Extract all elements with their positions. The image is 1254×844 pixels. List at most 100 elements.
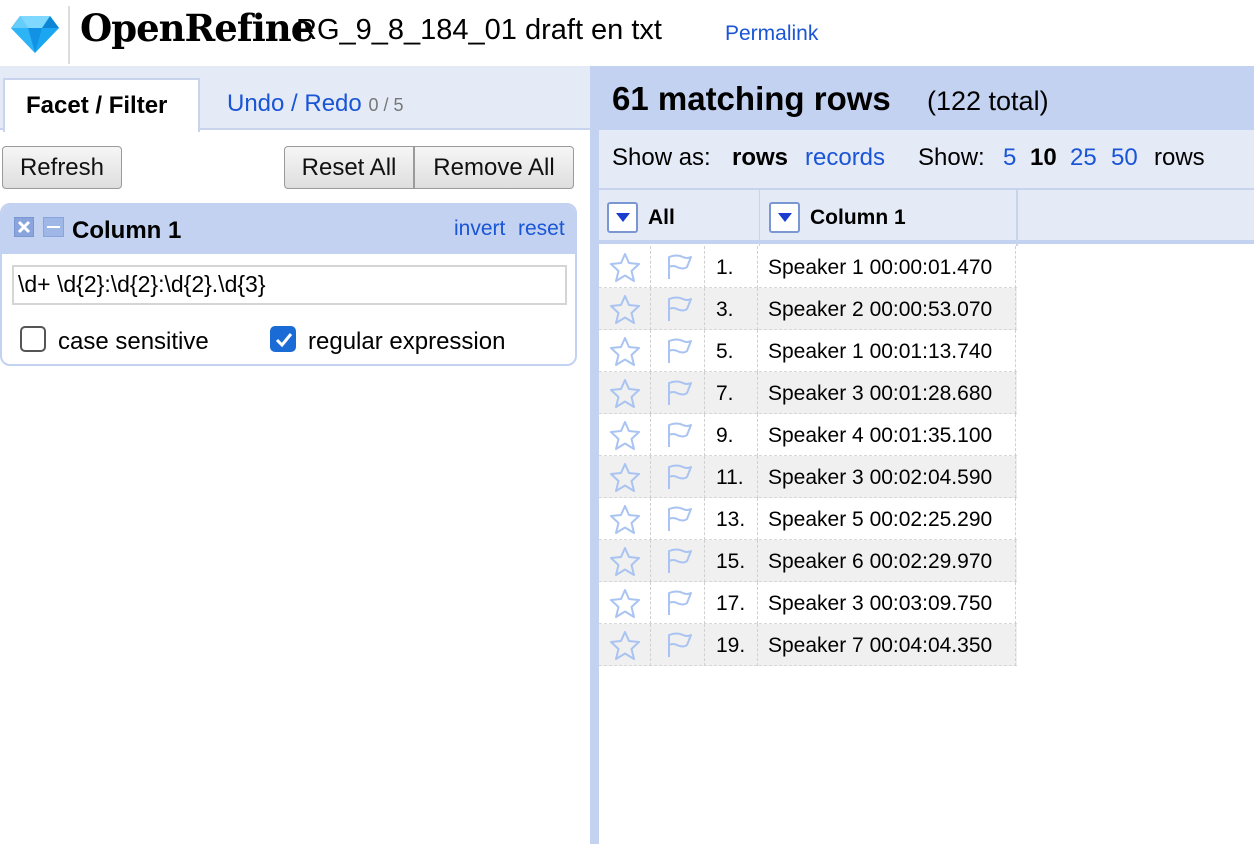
flag-icon[interactable] <box>651 246 705 288</box>
page-size-5[interactable]: 5 <box>1003 144 1016 172</box>
row-index: 3. <box>705 288 758 330</box>
undo-count: 0 / 5 <box>368 95 404 115</box>
star-icon[interactable] <box>599 582 651 624</box>
row-index: 1. <box>705 246 758 288</box>
page-size-25[interactable]: 25 <box>1070 144 1097 172</box>
app-header: OpenRefine RG_9_8_184_01 draft en txt Pe… <box>0 0 1254 66</box>
tab-undo-redo-label: Undo / Redo <box>227 90 362 117</box>
row-index: 19. <box>705 624 758 666</box>
diamond-icon[interactable] <box>10 14 60 54</box>
table-row: 11. Speaker 3 00:02:04.590 <box>599 456 1017 498</box>
show-label: Show: <box>918 144 985 171</box>
permalink-link[interactable]: Permalink <box>725 22 818 46</box>
flag-icon[interactable] <box>651 498 705 540</box>
star-icon[interactable] <box>599 456 651 498</box>
header-divider <box>759 190 760 246</box>
tab-facet-filter[interactable]: Facet / Filter <box>3 78 200 132</box>
cell-value[interactable]: Speaker 6 00:02:29.970 <box>758 540 1016 582</box>
cell-value[interactable]: Speaker 3 00:03:09.750 <box>758 582 1016 624</box>
table-row: 19. Speaker 7 00:04:04.350 <box>599 624 1017 666</box>
project-title[interactable]: RG_9_8_184_01 draft en txt <box>296 14 662 47</box>
summary-bar: 61 matching rows (122 total) <box>599 66 1254 130</box>
table-row: 3. Speaker 2 00:00:53.070 <box>599 288 1017 330</box>
star-icon[interactable] <box>599 624 651 666</box>
star-icon[interactable] <box>599 540 651 582</box>
all-column-dropdown-icon[interactable] <box>607 202 638 233</box>
reset-all-button[interactable]: Reset All <box>284 146 414 189</box>
row-index: 15. <box>705 540 758 582</box>
regular-expression-checkbox[interactable] <box>270 326 296 352</box>
star-icon[interactable] <box>599 372 651 414</box>
regular-expression-label: regular expression <box>308 328 506 355</box>
show-as-rows[interactable]: rows <box>732 144 788 172</box>
header-separator <box>68 6 70 64</box>
cell-value[interactable]: Speaker 1 00:01:13.740 <box>758 330 1016 372</box>
flag-icon[interactable] <box>651 414 705 456</box>
star-icon[interactable] <box>599 414 651 456</box>
data-rows: 1. Speaker 1 00:00:01.470 3. Speaker 2 00:0… <box>599 246 1017 666</box>
show-as-records[interactable]: records <box>805 144 885 172</box>
facet-header: Column 1 invert reset <box>2 205 575 254</box>
star-icon[interactable] <box>599 498 651 540</box>
text-filter-facet: Column 1 invert reset \d+ \d{2}:\d{2}:\d… <box>0 203 577 366</box>
row-index: 11. <box>705 456 758 498</box>
table-row: 7. Speaker 3 00:01:28.680 <box>599 372 1017 414</box>
refresh-button[interactable]: Refresh <box>2 146 122 189</box>
table-row: 13. Speaker 5 00:02:25.290 <box>599 498 1017 540</box>
data-view-panel: 61 matching rows (122 total) Show as: ro… <box>599 66 1254 844</box>
facet-invert-link[interactable]: invert <box>454 217 505 241</box>
row-index: 17. <box>705 582 758 624</box>
cell-value[interactable]: Speaker 4 00:01:35.100 <box>758 414 1016 456</box>
table-row: 1. Speaker 1 00:00:01.470 <box>599 246 1017 288</box>
case-sensitive-checkbox[interactable] <box>20 326 46 352</box>
close-icon[interactable] <box>14 217 34 237</box>
flag-icon[interactable] <box>651 372 705 414</box>
total-rows-count: (122 total) <box>927 86 1049 116</box>
star-icon[interactable] <box>599 330 651 372</box>
facet-reset-link[interactable]: reset <box>518 217 565 241</box>
flag-icon[interactable] <box>651 288 705 330</box>
left-panel: Facet / Filter Undo / Redo 0 / 5 Refresh… <box>0 66 590 844</box>
column1-header[interactable]: Column 1 <box>810 206 906 230</box>
header-divider <box>1016 190 1018 246</box>
table-row: 15. Speaker 6 00:02:29.970 <box>599 540 1017 582</box>
flag-icon[interactable] <box>651 582 705 624</box>
facet-title: Column 1 <box>72 217 182 244</box>
page-size-50[interactable]: 50 <box>1111 144 1138 172</box>
view-options-bar: Show as: rows records Show: 5 10 25 50 r… <box>599 130 1254 188</box>
table-row: 5. Speaker 1 00:01:13.740 <box>599 330 1017 372</box>
table-row: 17. Speaker 3 00:03:09.750 <box>599 582 1017 624</box>
star-icon[interactable] <box>599 246 651 288</box>
cell-value[interactable]: Speaker 2 00:00:53.070 <box>758 288 1016 330</box>
flag-icon[interactable] <box>651 540 705 582</box>
panel-divider[interactable] <box>590 66 599 844</box>
checkmark-icon <box>275 333 293 348</box>
rows-suffix: rows <box>1154 144 1205 171</box>
facet-filter-input[interactable]: \d+ \d{2}:\d{2}:\d{2}.\d{3} <box>12 265 567 305</box>
cell-value[interactable]: Speaker 5 00:02:25.290 <box>758 498 1016 540</box>
remove-all-button[interactable]: Remove All <box>414 146 574 189</box>
tab-undo-redo[interactable]: Undo / Redo 0 / 5 <box>227 90 403 118</box>
row-index: 7. <box>705 372 758 414</box>
case-sensitive-label: case sensitive <box>58 328 209 355</box>
row-index: 5. <box>705 330 758 372</box>
row-index: 13. <box>705 498 758 540</box>
minimize-icon[interactable] <box>43 217 64 237</box>
left-tab-bar: Facet / Filter Undo / Redo 0 / 5 <box>0 66 590 132</box>
column1-dropdown-icon[interactable] <box>769 202 800 233</box>
cell-value[interactable]: Speaker 3 00:01:28.680 <box>758 372 1016 414</box>
cell-value[interactable]: Speaker 3 00:02:04.590 <box>758 456 1016 498</box>
page-size-10[interactable]: 10 <box>1030 144 1057 172</box>
flag-icon[interactable] <box>651 456 705 498</box>
app-logo-text[interactable]: OpenRefine <box>80 6 314 50</box>
flag-icon[interactable] <box>651 624 705 666</box>
matching-rows-count: 61 matching rows <box>612 80 891 117</box>
table-row: 9. Speaker 4 00:01:35.100 <box>599 414 1017 456</box>
star-icon[interactable] <box>599 288 651 330</box>
grid-header: All Column 1 <box>599 188 1254 246</box>
cell-value[interactable]: Speaker 1 00:00:01.470 <box>758 246 1016 288</box>
all-column-header[interactable]: All <box>648 206 675 230</box>
cell-value[interactable]: Speaker 7 00:04:04.350 <box>758 624 1016 666</box>
show-as-label: Show as: <box>612 144 711 171</box>
flag-icon[interactable] <box>651 330 705 372</box>
